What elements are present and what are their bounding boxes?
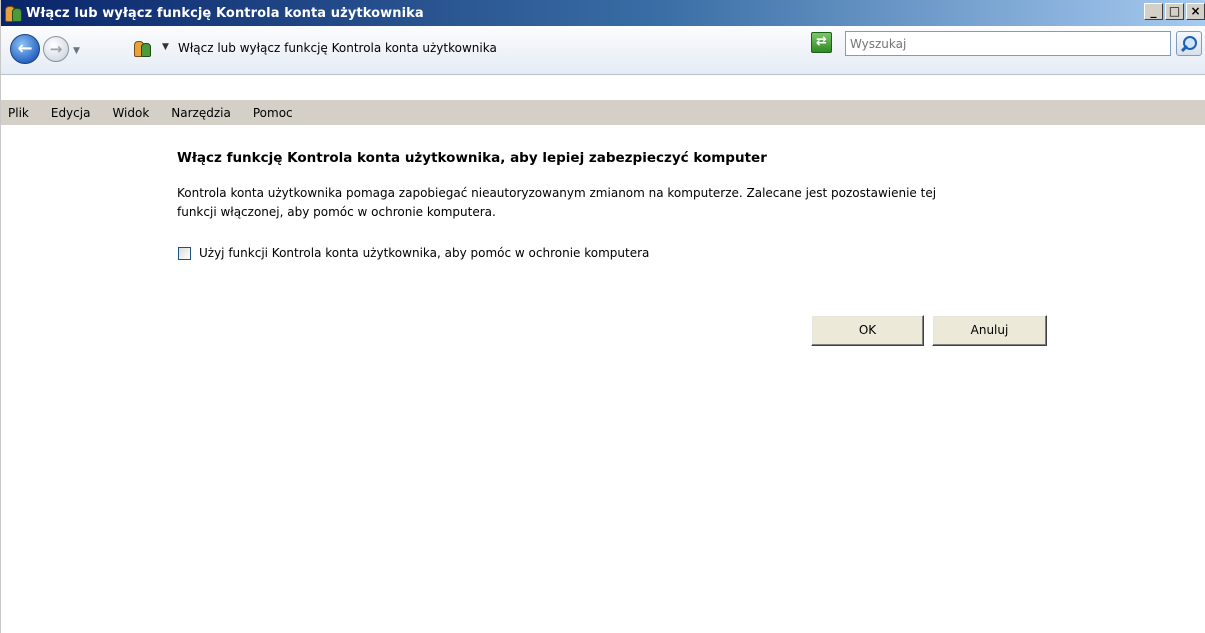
forward-button[interactable]: →	[43, 36, 69, 62]
uac-checkbox[interactable]	[178, 246, 191, 260]
arrow-right-icon: →	[49, 40, 63, 58]
cancel-button[interactable]: Anuluj	[932, 315, 1047, 346]
window-border	[0, 0, 1, 633]
user-accounts-icon	[4, 4, 22, 22]
page-description: Kontrola konta użytkownika pomaga zapobi…	[177, 186, 937, 219]
window-title: Włącz lub wyłącz funkcję Kontrola konta …	[26, 5, 424, 21]
user-accounts-icon	[134, 39, 152, 57]
address-bar[interactable]: ▼ Włącz lub wyłącz funkcję Kontrola kont…	[124, 34, 836, 64]
main-content: Włącz funkcję Kontrola konta użytkownika…	[0, 125, 1205, 633]
page-title: Włącz funkcję Kontrola konta użytkownika…	[177, 150, 767, 166]
menu-view[interactable]: Widok	[112, 106, 160, 120]
menu-file[interactable]: Plik	[8, 106, 40, 120]
search-input[interactable]	[845, 31, 1171, 56]
close-button[interactable]: ×	[1186, 3, 1205, 20]
search-button[interactable]	[1176, 31, 1202, 56]
window-controls: _ □ ×	[1142, 3, 1205, 20]
back-button[interactable]: ←	[10, 34, 40, 64]
arrow-left-icon: ←	[17, 38, 33, 59]
uac-option[interactable]: Użyj funkcji Kontrola konta użytkownika,…	[178, 246, 649, 260]
menu-edit[interactable]: Edycja	[51, 106, 102, 120]
title-bar: Włącz lub wyłącz funkcję Kontrola konta …	[0, 0, 1205, 26]
ok-button[interactable]: OK	[811, 315, 924, 346]
recent-pages-dropdown[interactable]: ▼	[73, 46, 80, 56]
menu-tools[interactable]: Narzędzia	[171, 106, 242, 120]
minimize-button[interactable]: _	[1144, 3, 1163, 20]
refresh-icon: ⇄	[816, 34, 827, 49]
menu-help[interactable]: Pomoc	[253, 106, 304, 120]
maximize-button[interactable]: □	[1165, 3, 1184, 20]
refresh-button[interactable]: ⇄	[811, 32, 832, 53]
menu-bar: Plik Edycja Widok Narzędzia Pomoc	[0, 100, 1205, 125]
breadcrumb-chevron-icon[interactable]: ▼	[162, 42, 169, 52]
uac-checkbox-label[interactable]: Użyj funkcji Kontrola konta użytkownika,…	[199, 246, 649, 260]
breadcrumb[interactable]: Włącz lub wyłącz funkcję Kontrola konta …	[178, 41, 497, 55]
